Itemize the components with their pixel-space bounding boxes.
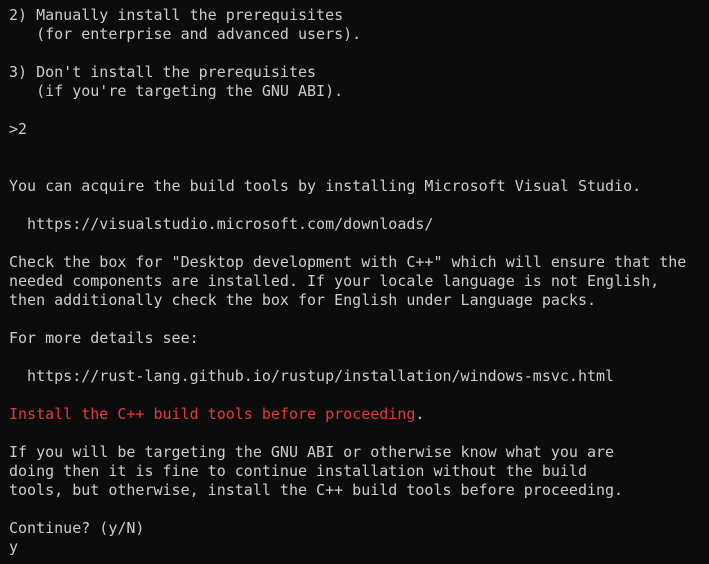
terminal-line-check-box-2: needed components are installed. If your…	[9, 272, 660, 290]
terminal-line-gnu-3: tools, but otherwise, install the C++ bu…	[9, 481, 624, 499]
terminal-line-gnu-2: doing then it is fine to continue instal…	[9, 462, 587, 480]
terminal-line-user-choice: >2	[9, 120, 28, 138]
terminal-line-rustup-url[interactable]: https://rust-lang.github.io/rustup/insta…	[9, 367, 709, 386]
terminal-line-gnu-1: If you will be targeting the GNU ABI or …	[9, 443, 615, 461]
terminal-line-option-3: 3) Don't install the prerequisites	[9, 63, 317, 81]
terminal-line-warning: Install the C++ build tools before proce…	[9, 405, 709, 424]
terminal-line-check-box-3: then additionally check the box for Engl…	[9, 291, 596, 309]
terminal-line-continue-prompt: Continue? (y/N)	[9, 519, 145, 537]
terminal-line-check-box-1: Check the box for "Desktop development w…	[9, 253, 687, 271]
terminal-input-line[interactable]: y	[9, 538, 709, 557]
terminal-line-option-2-detail: (for enterprise and advanced users).	[9, 25, 362, 43]
terminal-line-more-details: For more details see:	[9, 329, 199, 347]
warning-period: .	[415, 405, 425, 423]
terminal-line-vs-url[interactable]: https://visualstudio.microsoft.com/downl…	[9, 215, 709, 234]
terminal-line-option-3-detail: (if you're targeting the GNU ABI).	[9, 82, 344, 100]
terminal-line-acquire-tools: You can acquire the build tools by insta…	[9, 177, 642, 195]
warning-message: Install the C++ build tools before proce…	[9, 405, 416, 423]
terminal-window[interactable]: 2) Manually install the prerequisites (f…	[0, 0, 709, 564]
terminal-line-option-2: 2) Manually install the prerequisites	[9, 6, 344, 24]
